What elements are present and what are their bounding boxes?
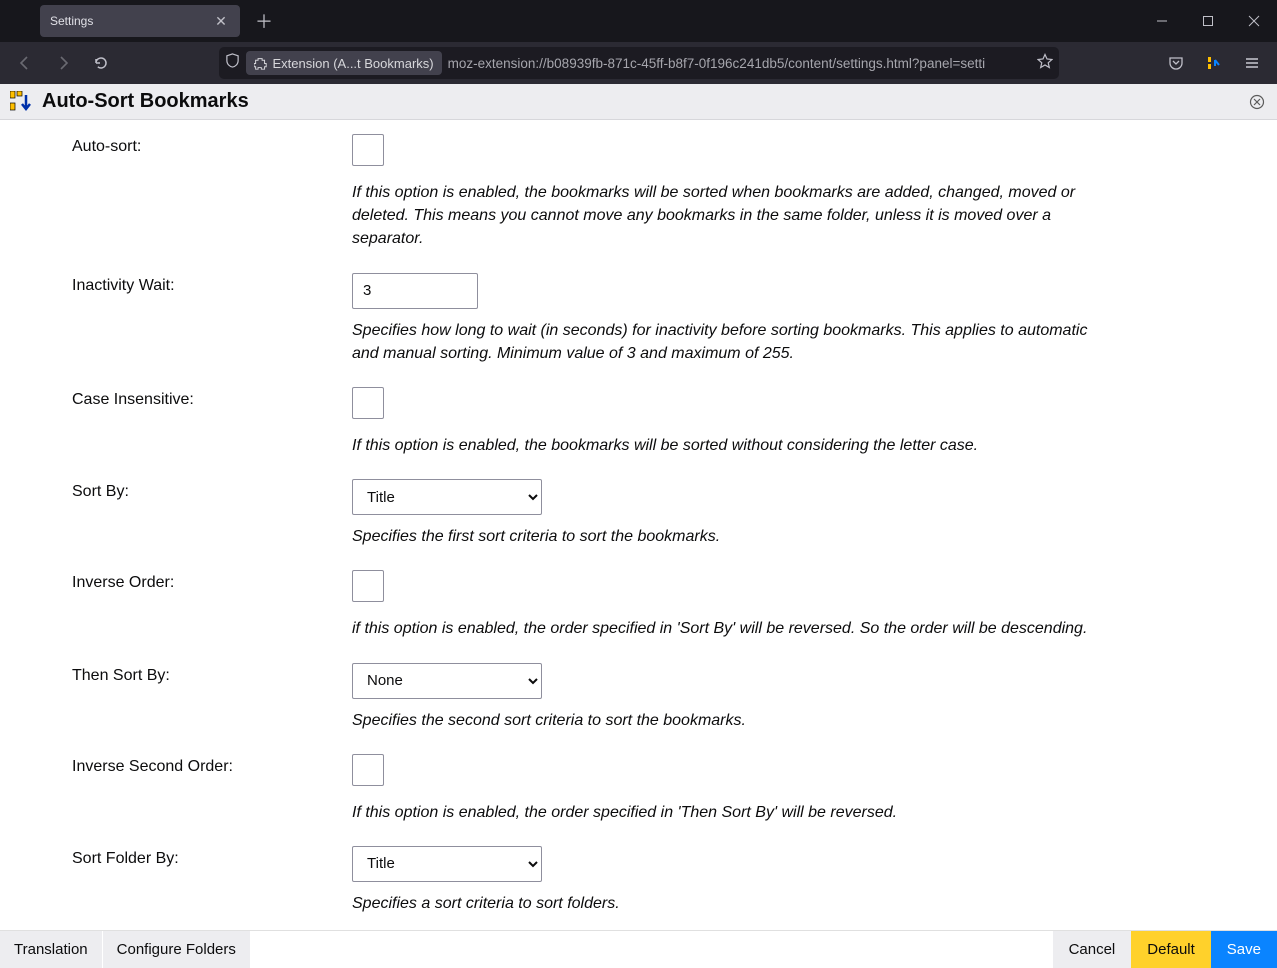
inverse-order-label: Inverse Order: [72, 570, 352, 640]
app-menu-button[interactable] [1235, 46, 1269, 80]
inverse-second-order-label: Inverse Second Order: [72, 754, 352, 824]
extension-logo-icon [10, 91, 32, 113]
window-controls [1139, 0, 1277, 42]
case-insensitive-description: If this option is enabled, the bookmarks… [352, 434, 1092, 457]
setting-inactivity-wait: Inactivity Wait: Specifies how long to w… [0, 273, 1277, 365]
new-tab-button[interactable]: ＋ [248, 5, 280, 37]
sort-by-select[interactable]: Title [352, 479, 542, 515]
case-insensitive-label: Case Insensitive: [72, 387, 352, 457]
setting-inverse-order: Inverse Order: if this option is enabled… [0, 570, 1277, 640]
tab-close-icon[interactable]: ✕ [212, 12, 230, 30]
inverse-second-order-description: If this option is enabled, the order spe… [352, 801, 1092, 824]
setting-auto-sort: Auto-sort: If this option is enabled, th… [0, 134, 1277, 251]
identity-pill[interactable]: Extension (A...t Bookmarks) [246, 51, 442, 75]
url-text: moz-extension://b08939fb-871c-45ff-b8f7-… [448, 56, 1031, 71]
url-bar[interactable]: Extension (A...t Bookmarks) moz-extensio… [219, 47, 1059, 79]
inactivity-wait-label: Inactivity Wait: [72, 273, 352, 365]
setting-sort-by: Sort By: Title Specifies the first sort … [0, 479, 1277, 548]
identity-label: Extension (A...t Bookmarks) [273, 56, 434, 71]
sort-folder-by-label: Sort Folder By: [72, 846, 352, 915]
then-sort-by-label: Then Sort By: [72, 663, 352, 732]
sort-folder-by-description: Specifies a sort criteria to sort folder… [352, 892, 1092, 915]
setting-inverse-second-order: Inverse Second Order: If this option is … [0, 754, 1277, 824]
bookmark-star-icon[interactable] [1037, 53, 1053, 74]
sort-by-description: Specifies the first sort criteria to sor… [352, 525, 1092, 548]
window-minimize-button[interactable] [1139, 0, 1185, 42]
tab-title: Settings [50, 14, 212, 28]
page-title: Auto-Sort Bookmarks [42, 90, 249, 113]
shield-icon[interactable] [225, 53, 240, 73]
browser-navbar: Extension (A...t Bookmarks) moz-extensio… [0, 42, 1277, 84]
auto-sort-label: Auto-sort: [72, 134, 352, 251]
sort-folder-by-select[interactable]: Title [352, 846, 542, 882]
inverse-second-order-checkbox[interactable] [352, 754, 384, 786]
footer-tab-configure-folders[interactable]: Configure Folders [103, 931, 251, 968]
setting-case-insensitive: Case Insensitive: If this option is enab… [0, 387, 1277, 457]
default-button[interactable]: Default [1131, 931, 1211, 968]
reload-button[interactable] [84, 46, 118, 80]
footer-tab-translation[interactable]: Translation [0, 931, 103, 968]
then-sort-by-description: Specifies the second sort criteria to so… [352, 709, 1092, 732]
setting-sort-folder-by: Sort Folder By: Title Specifies a sort c… [0, 846, 1277, 915]
auto-sort-description: If this option is enabled, the bookmarks… [352, 181, 1092, 251]
tab-strip: Settings ✕ ＋ [0, 0, 280, 37]
browser-titlebar: Settings ✕ ＋ [0, 0, 1277, 42]
setting-then-sort-by: Then Sort By: None Specifies the second … [0, 663, 1277, 732]
window-close-button[interactable] [1231, 0, 1277, 42]
cancel-button[interactable]: Cancel [1053, 931, 1132, 968]
forward-button[interactable] [46, 46, 80, 80]
tab-settings[interactable]: Settings ✕ [40, 5, 240, 37]
inverse-order-description: if this option is enabled, the order spe… [352, 617, 1092, 640]
inverse-order-checkbox[interactable] [352, 570, 384, 602]
pocket-icon[interactable] [1159, 46, 1193, 80]
page-header: Auto-Sort Bookmarks [0, 84, 1277, 120]
case-insensitive-checkbox[interactable] [352, 387, 384, 419]
extension-toolbar-icon[interactable] [1197, 46, 1231, 80]
window-maximize-button[interactable] [1185, 0, 1231, 42]
auto-sort-checkbox[interactable] [352, 134, 384, 166]
inactivity-wait-description: Specifies how long to wait (in seconds) … [352, 319, 1092, 365]
settings-panel: Auto-sort: If this option is enabled, th… [0, 120, 1277, 930]
footer-bar: Translation Configure Folders Cancel Def… [0, 930, 1277, 968]
back-button[interactable] [8, 46, 42, 80]
save-button[interactable]: Save [1211, 931, 1277, 968]
page-close-icon[interactable] [1247, 92, 1267, 112]
sort-by-label: Sort By: [72, 479, 352, 548]
then-sort-by-select[interactable]: None [352, 663, 542, 699]
extension-icon [254, 57, 267, 70]
inactivity-wait-input[interactable] [352, 273, 478, 309]
